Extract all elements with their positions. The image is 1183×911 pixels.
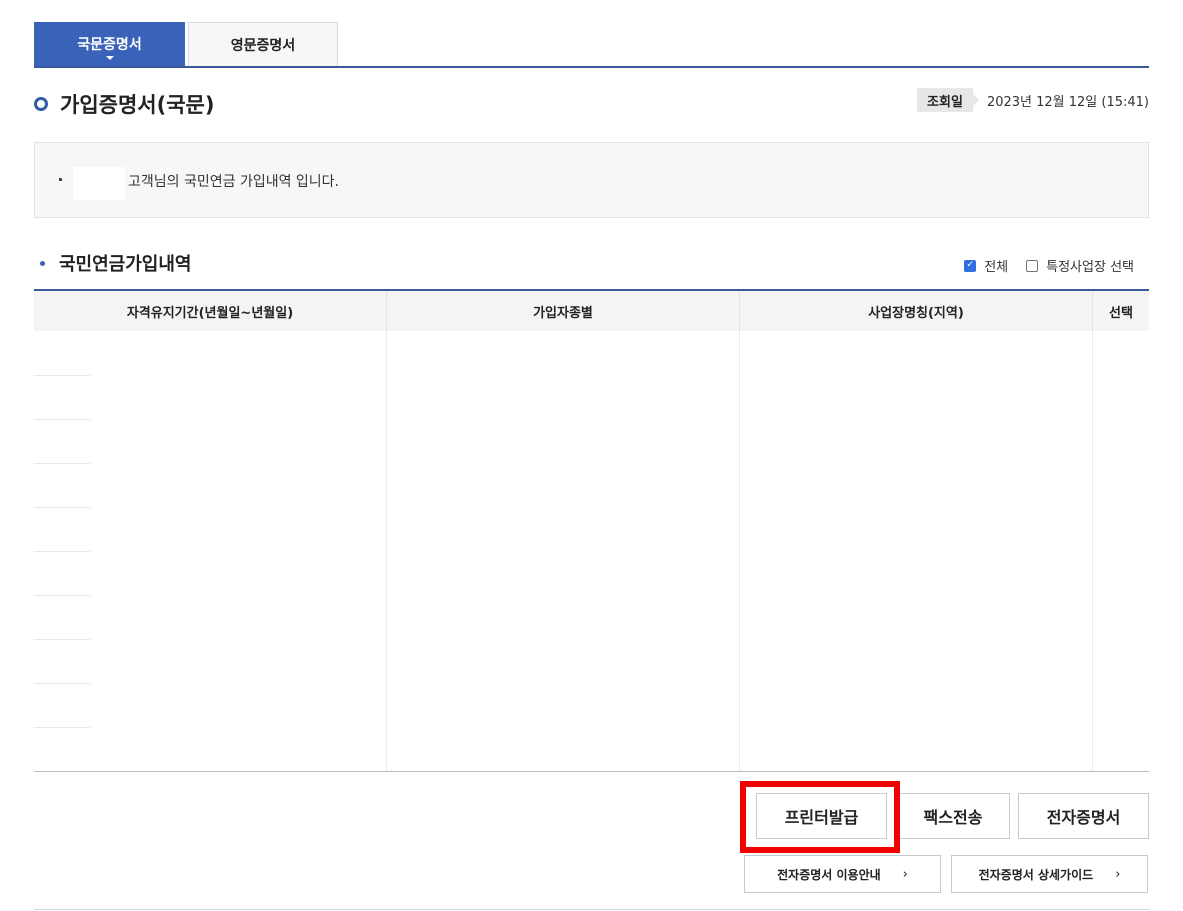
bullet-dot-icon — [40, 260, 45, 266]
row-divider — [34, 375, 90, 376]
row-divider — [34, 727, 90, 728]
page-title-row: 가입증명서(국문) — [34, 86, 214, 122]
row-divider — [34, 639, 90, 640]
certificate-tabs: 국문증명서 영문증명서 — [34, 22, 1149, 68]
row-divider — [34, 463, 90, 464]
info-box: 고객님의 국민연금 가입내역 입니다. — [34, 142, 1149, 218]
bullet-dot-icon — [59, 178, 62, 181]
column-divider — [739, 331, 740, 771]
column-divider — [1092, 331, 1093, 771]
tab-english-certificate[interactable]: 영문증명서 — [188, 22, 338, 66]
inquiry-label: 조회일 — [917, 88, 979, 112]
filter-specific-workplace[interactable]: 특정사업장 선택 — [1026, 256, 1134, 275]
fax-send-button[interactable]: 팩스전송 — [896, 793, 1010, 839]
tab-label: 국문증명서 — [77, 37, 142, 53]
button-label: 전자증명서 — [1046, 808, 1121, 827]
inquiry-date-value: 2023년 12월 12일 (15:41) — [986, 94, 1149, 110]
row-divider — [34, 419, 90, 420]
row-divider — [34, 507, 90, 508]
print-issue-button[interactable]: 프린터발급 — [756, 793, 887, 839]
row-divider — [34, 551, 90, 552]
inquiry-date: 조회일 2023년 12월 12일 (15:41) — [917, 88, 1149, 112]
link-label: 전자증명서 상세가이드 — [978, 867, 1094, 882]
checkbox-icon[interactable] — [1026, 259, 1039, 272]
column-header-select: 선택 — [1092, 291, 1149, 331]
tab-label: 영문증명서 — [230, 37, 296, 54]
column-header-period: 자격유지기간(년월일~년월일) — [126, 305, 294, 321]
enrollment-table: 자격유지기간(년월일~년월일) 가입자종별 사업장명칭(지역) 선택 — [34, 289, 1149, 772]
circle-bullet-icon — [34, 97, 48, 111]
column-header-workplace: 사업장명칭(지역) — [739, 291, 1092, 331]
column-divider — [386, 331, 387, 771]
filter-options: ✓ 전체 특정사업장 선택 — [964, 256, 1134, 275]
e-certificate-detail-guide-link[interactable]: 전자증명서 상세가이드 › — [951, 855, 1148, 893]
e-certificate-guide-link[interactable]: 전자증명서 이용안내 › — [744, 855, 941, 893]
table-header: 자격유지기간(년월일~년월일) 가입자종별 사업장명칭(지역) 선택 — [34, 289, 1149, 331]
row-divider — [34, 683, 90, 684]
caret-down-icon — [105, 56, 114, 60]
tab-korean-certificate[interactable]: 국문증명서 — [34, 22, 185, 66]
checkbox-checked-icon[interactable]: ✓ — [964, 259, 977, 272]
button-label: 팩스전송 — [923, 808, 983, 827]
table-bottom-border — [34, 771, 1149, 772]
masked-name — [73, 167, 125, 200]
filter-all[interactable]: ✓ 전체 — [964, 256, 1008, 275]
filter-label: 전체 — [984, 260, 1009, 275]
section-title: 국민연금가입내역 — [59, 254, 192, 275]
chevron-right-icon: › — [1115, 866, 1121, 882]
link-label: 전자증명서 이용안내 — [777, 867, 881, 882]
electronic-certificate-button[interactable]: 전자증명서 — [1018, 793, 1149, 839]
footer-divider — [34, 909, 1149, 910]
button-label: 프린터발급 — [784, 808, 859, 827]
column-header-member-type: 가입자종별 — [386, 291, 739, 331]
page-title: 가입증명서(국문) — [60, 93, 215, 117]
filter-label: 특정사업장 선택 — [1046, 260, 1134, 275]
section-header: 국민연금가입내역 — [34, 250, 191, 276]
info-message: 고객님의 국민연금 가입내역 입니다. — [128, 174, 339, 190]
row-divider — [34, 595, 90, 596]
chevron-right-icon: › — [902, 866, 908, 882]
